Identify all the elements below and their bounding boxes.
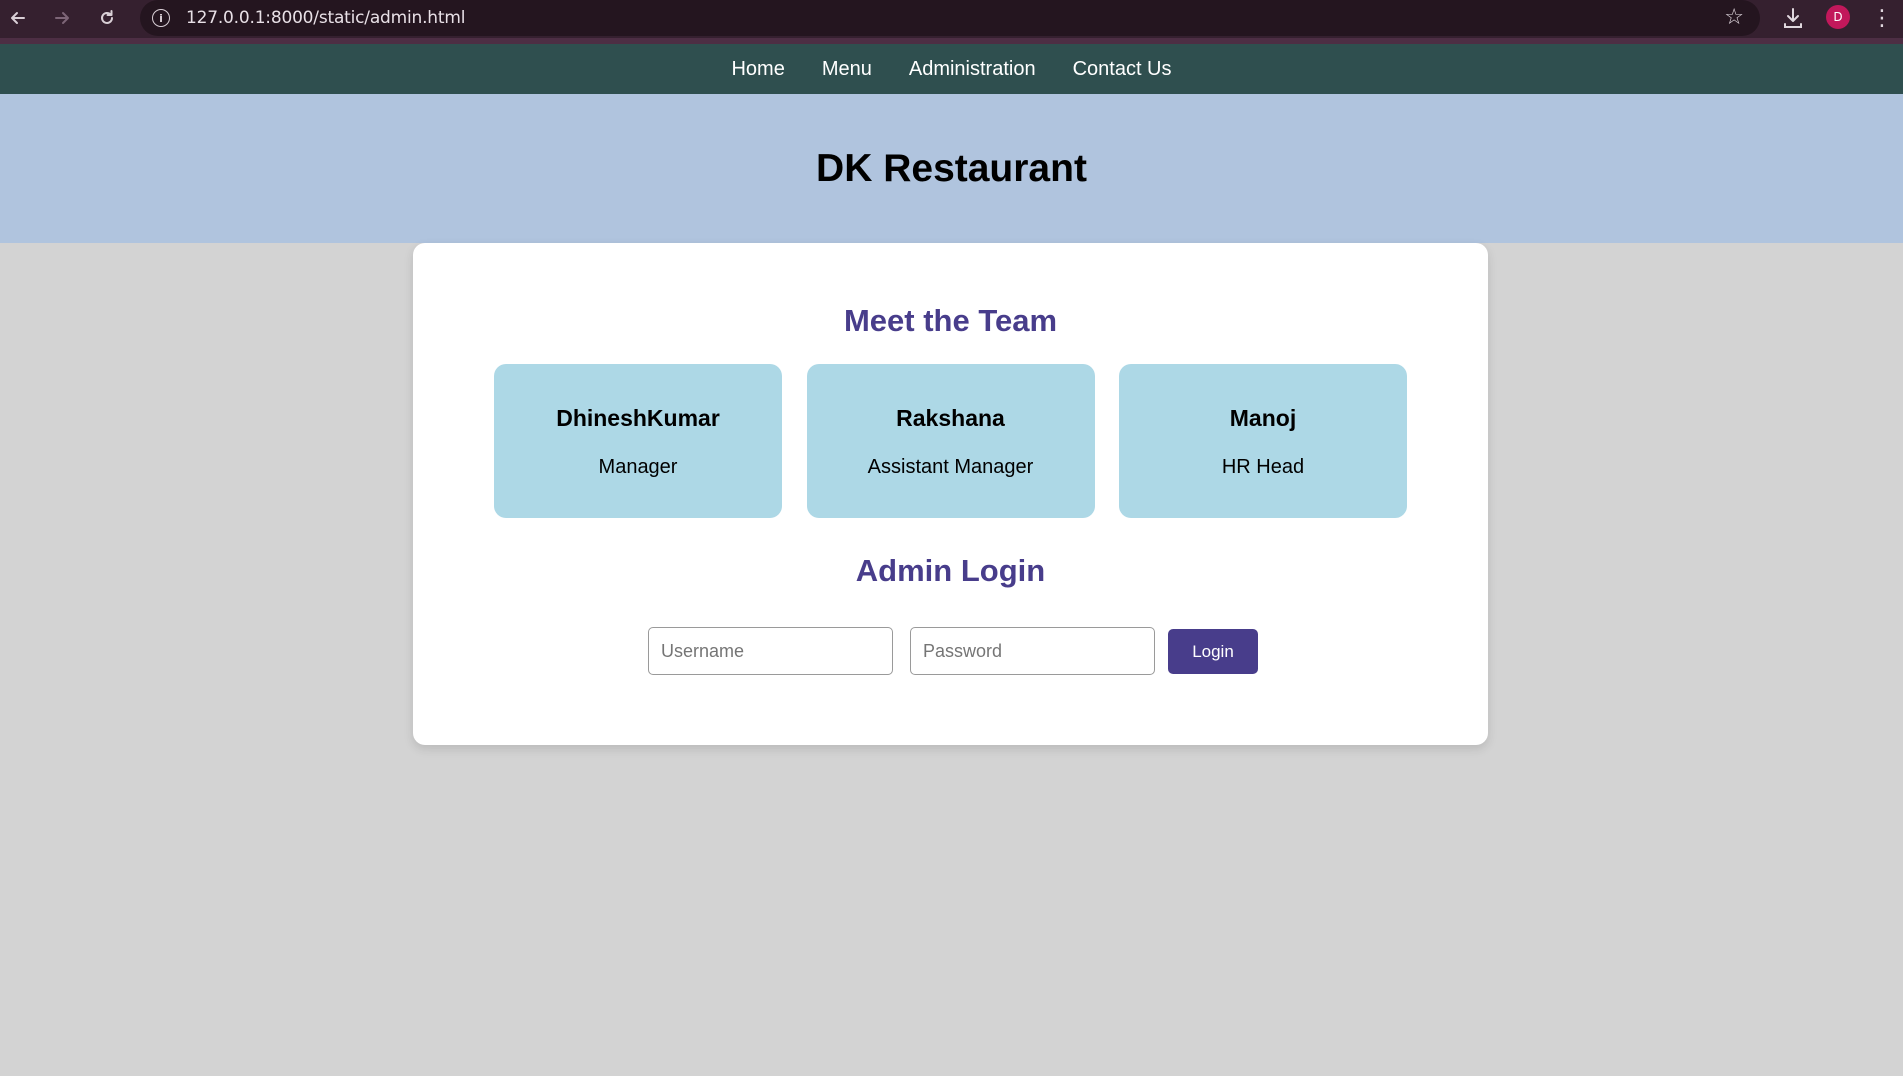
login-section-title: Admin Login <box>855 553 1046 588</box>
team-member-card: Manoj HR Head <box>1119 364 1407 518</box>
site-header: DK Restaurant <box>0 94 1903 243</box>
nav-link-contact-us[interactable]: Contact Us <box>1073 58 1172 81</box>
nav-link-menu[interactable]: Menu <box>822 58 872 81</box>
member-role: HR Head <box>1221 456 1305 478</box>
member-name: Manoj <box>1229 405 1297 431</box>
member-name: DhineshKumar <box>556 405 720 431</box>
member-role: Manager <box>598 456 678 478</box>
password-input[interactable] <box>910 627 1155 675</box>
member-role: Assistant Manager <box>867 456 1034 478</box>
address-bar[interactable]: i 127.0.0.1:8000/static/admin.html ☆ <box>140 0 1760 36</box>
login-button[interactable]: Login <box>1168 629 1258 674</box>
nav-link-administration[interactable]: Administration <box>909 58 1036 81</box>
nav-link-home[interactable]: Home <box>731 58 784 81</box>
site-info-icon[interactable]: i <box>152 9 170 27</box>
team-member-card: DhineshKumar Manager <box>494 364 782 518</box>
profile-avatar[interactable]: D <box>1826 5 1850 29</box>
team-section-title: Meet the Team <box>843 303 1058 338</box>
more-menu-icon[interactable]: ⋮ <box>1870 4 1894 32</box>
bookmark-star-icon[interactable]: ☆ <box>1724 5 1744 30</box>
forward-icon[interactable] <box>49 5 75 31</box>
browser-toolbar: i 127.0.0.1:8000/static/admin.html ☆ D ⋮ <box>0 0 1903 44</box>
download-icon[interactable] <box>1780 5 1806 31</box>
site-title: DK Restaurant <box>816 146 1087 190</box>
login-form: Login <box>413 627 1488 675</box>
admin-card: Meet the Team DhineshKumar Manager Raksh… <box>413 243 1488 745</box>
username-input[interactable] <box>648 627 893 675</box>
team-member-card: Rakshana Assistant Manager <box>806 364 1095 518</box>
team-list: DhineshKumar Manager Rakshana Assistant … <box>494 364 1407 518</box>
url-text[interactable]: 127.0.0.1:8000/static/admin.html <box>186 8 465 28</box>
site-nav: Home Menu Administration Contact Us <box>0 44 1903 94</box>
member-name: Rakshana <box>896 405 1005 431</box>
reload-icon[interactable] <box>94 5 120 31</box>
back-icon[interactable] <box>5 5 31 31</box>
